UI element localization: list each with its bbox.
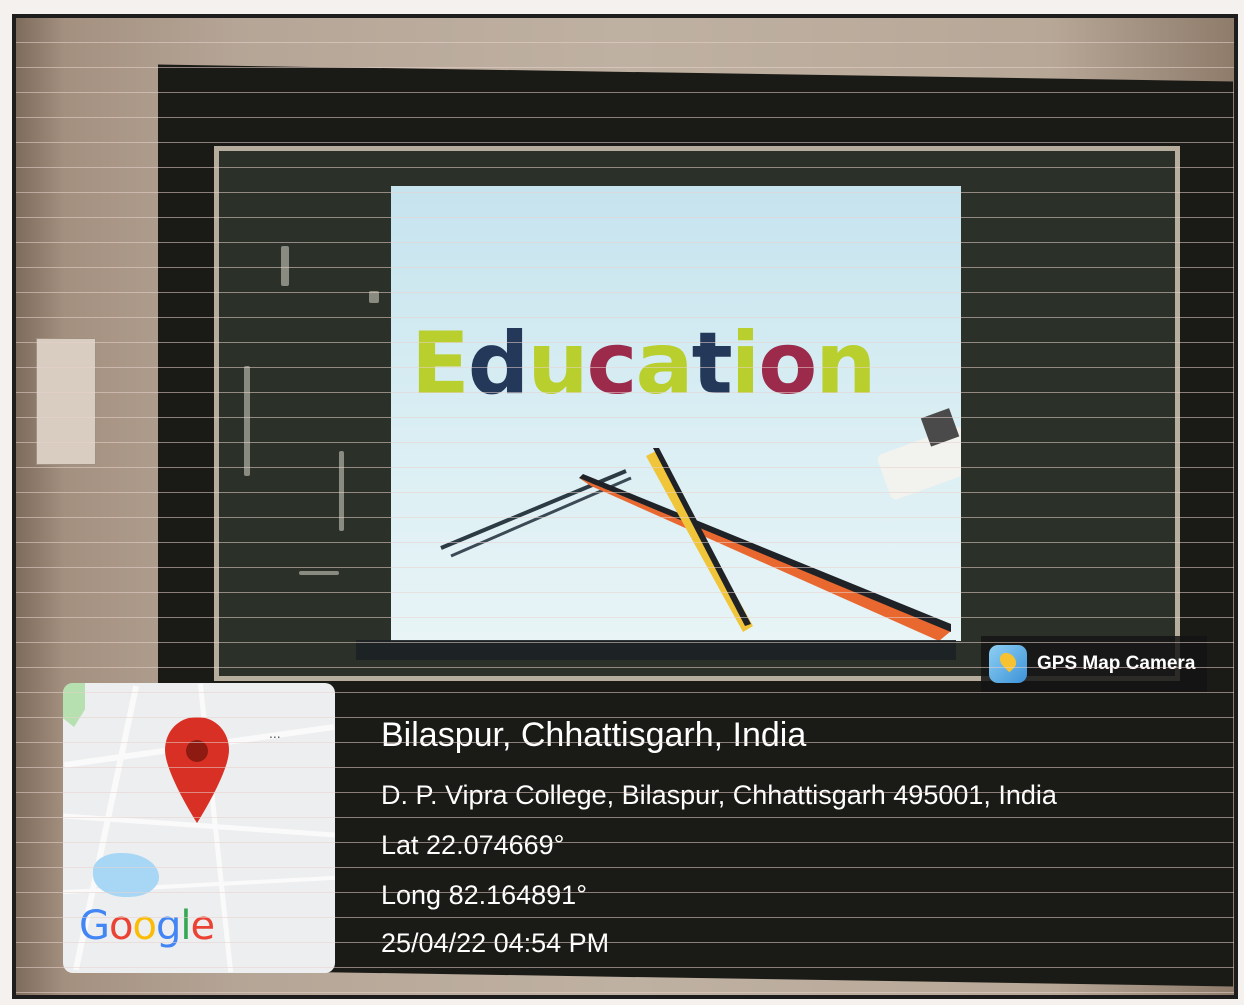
- gps-camera-badge: GPS Map Camera: [981, 636, 1208, 692]
- map-thumbnail: ... Google: [63, 683, 335, 973]
- full-address: D. P. Vipra College, Bilaspur, Chhattisg…: [381, 780, 1057, 810]
- projected-slide: Education: [391, 186, 961, 641]
- map-pin-icon: [165, 717, 229, 823]
- map-water-body: [93, 853, 159, 897]
- photo: Education GPS Map Camera ... Google Bila…: [12, 14, 1238, 999]
- longitude: Long 82.164891°: [381, 880, 587, 910]
- page: Education GPS Map Camera ... Google Bila…: [0, 0, 1244, 1005]
- google-logo-letter: l: [180, 903, 191, 949]
- google-logo: Google: [79, 903, 215, 949]
- place-name: Bilaspur, Chhattisgarh, India: [381, 716, 807, 754]
- google-logo-letter: e: [190, 903, 215, 949]
- map-park-area: [63, 683, 85, 727]
- slideshow-control-bar: [356, 640, 956, 660]
- location-info: Bilaspur, Chhattisgarh, India D. P. Vipr…: [351, 688, 1211, 973]
- badge-label: GPS Map Camera: [1037, 653, 1196, 674]
- google-logo-letter: o: [132, 903, 157, 949]
- google-logo-letter: o: [109, 903, 134, 949]
- map-menu-glyph: ...: [269, 725, 281, 741]
- timestamp: 25/04/22 04:54 PM: [381, 928, 610, 958]
- latitude: Lat 22.074669°: [381, 830, 565, 860]
- google-logo-letter: G: [79, 903, 110, 949]
- gps-map-camera-app-icon: [989, 645, 1027, 683]
- google-logo-letter: g: [155, 903, 181, 949]
- pencils-illustration: [440, 408, 961, 641]
- wall-switch-board: [36, 338, 96, 465]
